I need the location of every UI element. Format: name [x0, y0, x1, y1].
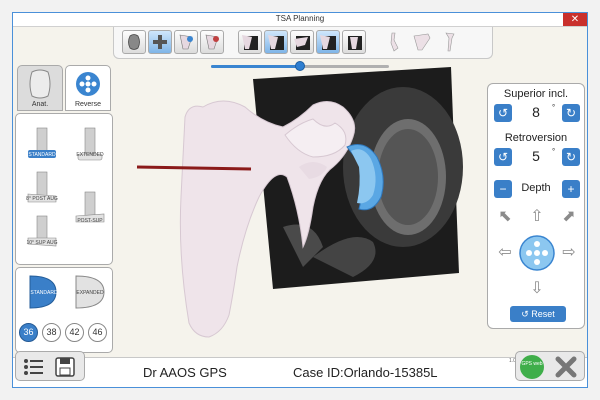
implant-placement-icon[interactable]: [148, 30, 172, 54]
window-title: TSA Planning: [275, 14, 325, 23]
guide-wire[interactable]: [136, 165, 252, 171]
glenoid-view-icon[interactable]: [122, 30, 146, 54]
doctor-name: Dr AAOS GPS: [143, 365, 227, 380]
size-36-button[interactable]: 36: [19, 323, 38, 342]
superior-increase-button[interactable]: ↻: [562, 104, 580, 122]
reset-button[interactable]: ↺ Reset: [510, 306, 566, 322]
superior-inclination-value: 8: [532, 104, 540, 120]
tab-reverse-label: Reverse: [74, 101, 102, 108]
move-right-icon[interactable]: ⇨: [560, 244, 578, 262]
bone-posterior-icon[interactable]: [382, 30, 406, 54]
retroversion-increase-button[interactable]: ↻: [562, 148, 580, 166]
gps-web-button[interactable]: GPS web: [520, 355, 544, 379]
opacity-slider-handle[interactable]: [295, 61, 305, 71]
move-down-icon[interactable]: ⇩: [528, 280, 546, 298]
move-up-right-icon[interactable]: ⬈: [560, 208, 578, 226]
implant-post-sup-label: POST-SUP: [77, 218, 103, 224]
superior-inclination-label: Superior incl.: [503, 88, 569, 100]
retroversion-decrease-button[interactable]: ↺: [494, 148, 512, 166]
implant-library-panel: Anat. Reverse STANDARD EXTENDED 8° POST …: [15, 65, 113, 355]
ct-view-1-icon[interactable]: [238, 30, 262, 54]
glenosphere-standard-label: STANDARD: [30, 290, 58, 296]
tab-anatomic-label: Anat.: [31, 101, 49, 108]
tab-reverse[interactable]: Reverse: [65, 65, 111, 111]
move-left-icon[interactable]: ⇦: [496, 244, 514, 262]
ct-view-4-icon[interactable]: [316, 30, 340, 54]
case-id: Case ID:Orlando-15385L: [293, 365, 438, 380]
retroversion-label: Retroversion: [504, 132, 568, 144]
tab-anatomic[interactable]: Anat.: [17, 65, 63, 111]
title-bar: TSA Planning ✕: [13, 13, 587, 27]
implant-8-post-aug[interactable]: [22, 170, 62, 210]
ct-slice-image[interactable]: [253, 67, 463, 289]
size-46-button[interactable]: 46: [88, 323, 107, 342]
size-42-button[interactable]: 42: [65, 323, 84, 342]
ct-view-5-icon[interactable]: [342, 30, 366, 54]
ct-view-2-icon[interactable]: [264, 30, 288, 54]
glenosphere-expanded-label: EXPANDED: [76, 290, 104, 296]
bone-anterior-icon[interactable]: [438, 30, 462, 54]
move-up-left-icon[interactable]: ⬉: [496, 208, 514, 226]
retroversion-degree-symbol: °: [552, 147, 556, 156]
status-bar: Dr AAOS GPS Case ID:Orlando-15385L 1.0: [13, 357, 587, 387]
size-38-button[interactable]: 38: [42, 323, 61, 342]
bone-lateral-icon[interactable]: [410, 30, 434, 54]
scapula-red-icon[interactable]: [200, 30, 224, 54]
move-up-icon[interactable]: ⇧: [528, 208, 546, 226]
bottom-right-actions: GPS web: [515, 351, 585, 381]
menu-list-icon[interactable]: [22, 356, 44, 378]
implant-standard[interactable]: [22, 126, 62, 166]
save-icon[interactable]: [54, 356, 76, 378]
implant-extended[interactable]: [70, 126, 110, 166]
window-close-button[interactable]: ✕: [563, 13, 587, 26]
implant-10-sup-aug-label: 10° SUP AUG: [26, 240, 58, 246]
implant-8-post-aug-label: 8° POST AUG: [26, 196, 58, 202]
implant-10-sup-aug[interactable]: [22, 214, 62, 254]
view-toolbar: [113, 27, 493, 59]
bottom-left-actions: [15, 351, 85, 381]
close-icon[interactable]: [554, 355, 578, 379]
reset-label: Reset: [531, 309, 555, 319]
implant-standard-label: STANDARD: [28, 152, 56, 158]
opacity-slider-fill: [211, 65, 299, 68]
scapula-blue-icon[interactable]: [174, 30, 198, 54]
superior-degree-symbol: °: [552, 103, 556, 112]
positioning-panel: Superior incl. ↺ 8 ° ↻ Retroversion ↺ 5 …: [487, 83, 585, 329]
reset-icon: ↺: [521, 309, 529, 319]
implant-extended-label: EXTENDED: [76, 152, 104, 158]
baseplate-preview-icon: [518, 234, 556, 272]
ct-view-3-icon[interactable]: [290, 30, 314, 54]
implant-post-sup[interactable]: [70, 190, 110, 230]
depth-increase-button[interactable]: +: [562, 180, 580, 198]
retroversion-value: 5: [532, 148, 540, 164]
superior-decrease-button[interactable]: ↺: [494, 104, 512, 122]
app-window: TSA Planning ✕ Anat. Reverse STANDARD EX…: [12, 12, 588, 388]
baseplate-list: STANDARD EXTENDED 8° POST AUG POST-SUP 1…: [15, 113, 113, 265]
